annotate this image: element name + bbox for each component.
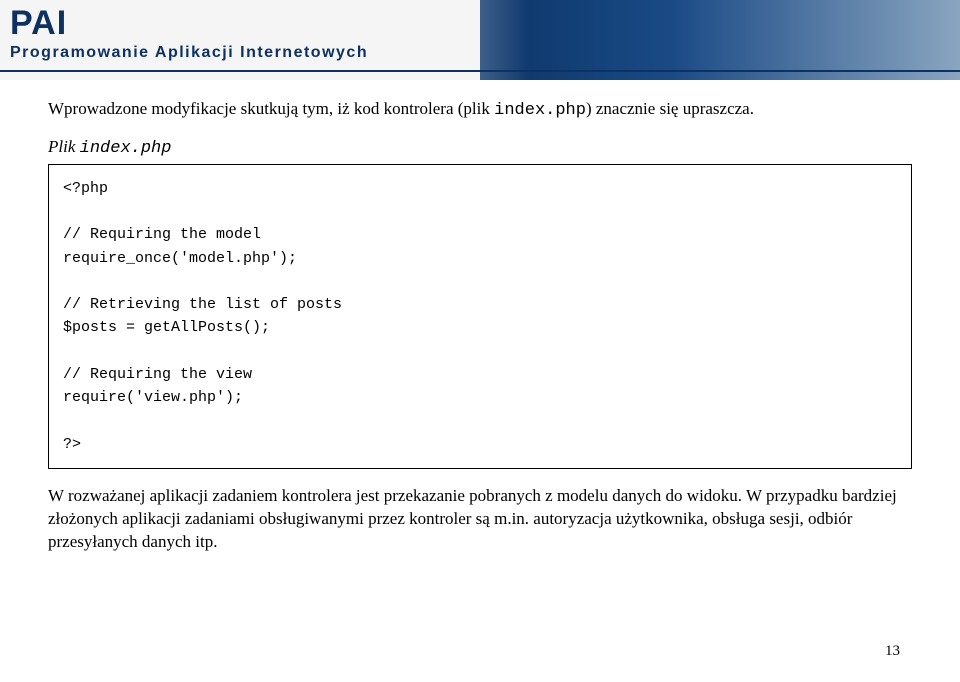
header-title: PAI bbox=[10, 6, 480, 40]
page-content: Wprowadzone modyfikacje skutkują tym, iż… bbox=[0, 80, 960, 588]
intro-text-b: ) znacznie się upraszcza. bbox=[586, 99, 754, 118]
file-label: Plik index.php bbox=[48, 137, 912, 158]
body-paragraph: W rozważanej aplikacji zadaniem kontrole… bbox=[48, 485, 912, 554]
header-divider bbox=[0, 70, 960, 72]
intro-paragraph: Wprowadzone modyfikacje skutkują tym, iż… bbox=[48, 98, 912, 123]
file-label-code: index.php bbox=[80, 139, 172, 158]
header-logo-area: PAI Programowanie Aplikacji Internetowyc… bbox=[0, 0, 480, 80]
page-number: 13 bbox=[885, 643, 900, 660]
code-block: <?php // Requiring the model require_onc… bbox=[48, 164, 912, 469]
header-subtitle: Programowanie Aplikacji Internetowych bbox=[10, 44, 480, 62]
page-header: PAI Programowanie Aplikacji Internetowyc… bbox=[0, 0, 960, 80]
file-label-text: Plik bbox=[48, 137, 80, 156]
intro-text-a: Wprowadzone modyfikacje skutkują tym, iż… bbox=[48, 99, 494, 118]
intro-code: index.php bbox=[494, 101, 586, 120]
